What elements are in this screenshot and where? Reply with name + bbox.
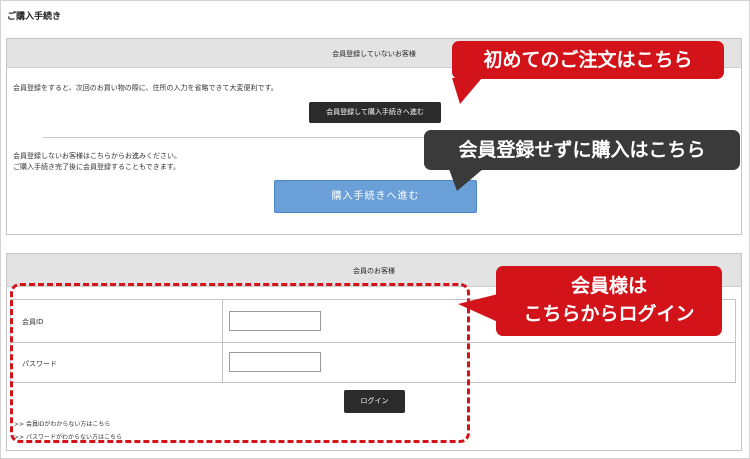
member-login-callout-line-1: 会員様は [570,275,647,297]
section-divider [43,137,463,138]
member-login-callout: 会員様は こちらからログイン [496,266,722,336]
login-highlight-box [10,283,470,443]
member-login-callout-line-2: こちらからログイン [523,303,695,325]
guest-purchase-callout: 会員登録せずに購入はこちら [424,130,740,170]
register-and-purchase-button[interactable]: 会員登録して購入手続きへ進む [309,102,441,123]
page-title: ご購入手続き [7,12,62,22]
first-order-callout: 初めてのご注文はこちら [452,41,724,79]
proceed-to-purchase-button[interactable]: 購入手続きへ進む [274,180,477,213]
guest-info-text-2: ご購入手続き完了後に会員登録することもできます。 [13,163,181,171]
guest-info-text-1: 会員登録しないお客様はこちらからお進みください。 [13,152,181,160]
member-login-callout-tail [458,294,498,322]
guest-purchase-callout-tail [449,169,483,191]
first-order-callout-tail [452,78,482,104]
register-benefit-text: 会員登録をすると、次回のお買い物の際に、住所の入力を省略できて大変便利です。 [13,84,278,92]
